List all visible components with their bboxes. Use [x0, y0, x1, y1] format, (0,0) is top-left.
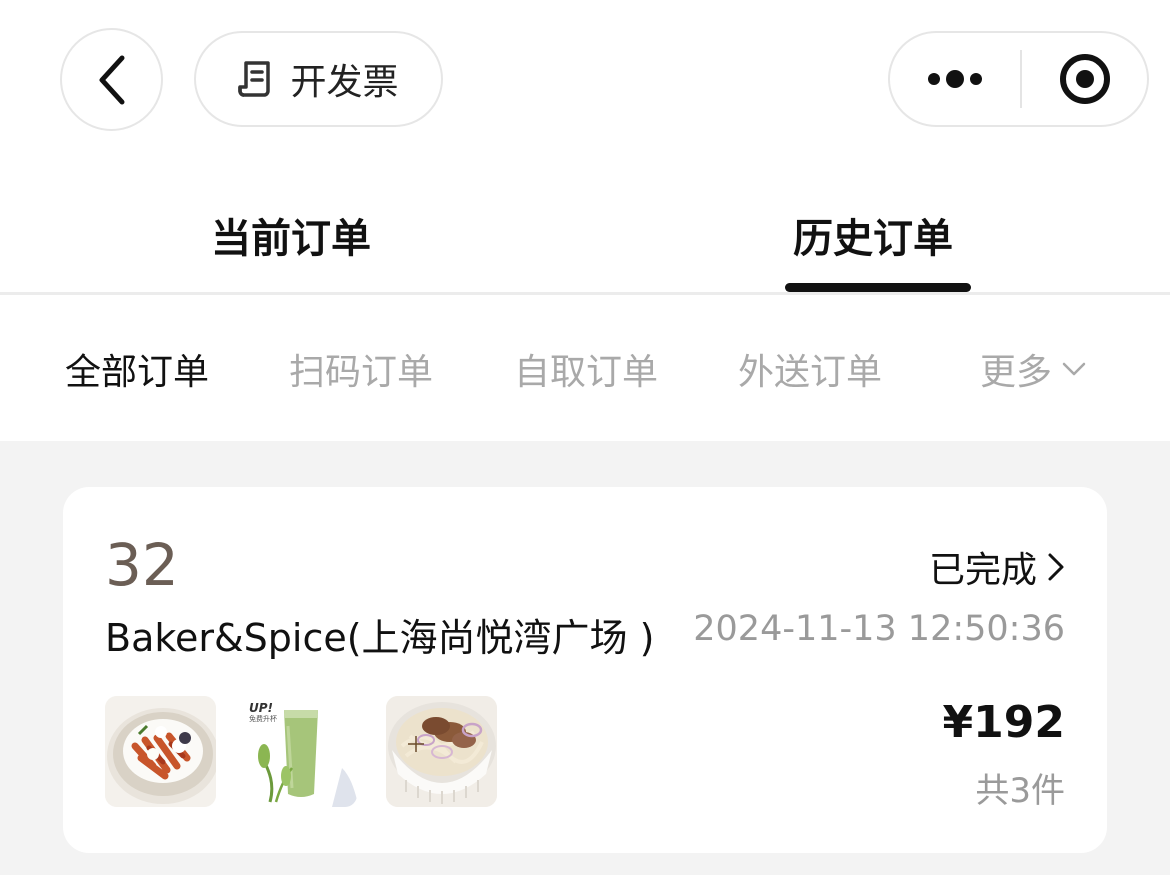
chevron-down-icon: [1062, 362, 1086, 376]
filter-scan-orders[interactable]: 扫码订单: [289, 343, 433, 395]
store-name: Baker&Spice(上海尚悦湾广场 ): [105, 616, 655, 660]
target-close-icon: [1059, 54, 1110, 104]
beef-noodle-soup-image: [386, 696, 497, 807]
more-dots-icon: [928, 70, 982, 88]
pasta-dish-image: [105, 696, 216, 807]
receipt-icon: [238, 61, 271, 97]
order-item-count: 共3件: [975, 771, 1065, 811]
tab-current-orders[interactable]: 当前订单: [211, 206, 371, 264]
order-number: 32: [105, 531, 179, 599]
chevron-right-icon: [1048, 553, 1064, 581]
tabs-divider: [0, 292, 1170, 295]
order-status[interactable]: 已完成: [929, 541, 1065, 593]
promo-badge-subtext: 免费升杯: [249, 714, 277, 723]
mini-program-capsule: [888, 31, 1149, 127]
filter-pickup-orders[interactable]: 自取订单: [514, 343, 658, 395]
active-tab-indicator: [785, 283, 971, 292]
green-smoothie-image: UP! 免费升杯: [246, 696, 357, 807]
close-button[interactable]: [1022, 33, 1147, 125]
order-time: 2024-11-13 12:50:36: [693, 609, 1065, 649]
more-button[interactable]: [890, 33, 1020, 125]
filter-more[interactable]: 更多: [980, 343, 1086, 395]
item-thumbnail-smoothie: UP! 免费升杯: [246, 696, 357, 807]
filter-delivery-orders[interactable]: 外送订单: [738, 343, 882, 395]
chevron-left-icon: [99, 55, 124, 104]
filter-more-label: 更多: [980, 352, 1053, 393]
back-button[interactable]: [60, 28, 163, 131]
invoice-button[interactable]: 开发票: [194, 31, 443, 127]
item-thumbnail-pasta: [105, 696, 216, 807]
promo-badge-text: UP!: [249, 701, 273, 715]
invoice-label: 开发票: [290, 62, 399, 103]
order-price: ¥192: [942, 697, 1065, 748]
order-status-label: 已完成: [928, 550, 1037, 591]
tab-history-orders[interactable]: 历史订单: [793, 206, 953, 264]
item-thumbnail-noodle-soup: [386, 696, 497, 807]
filter-all-orders[interactable]: 全部订单: [65, 343, 209, 395]
order-card[interactable]: 32 已完成 Baker&Spice(上海尚悦湾广场 ) 2024-11-13 …: [63, 487, 1107, 853]
